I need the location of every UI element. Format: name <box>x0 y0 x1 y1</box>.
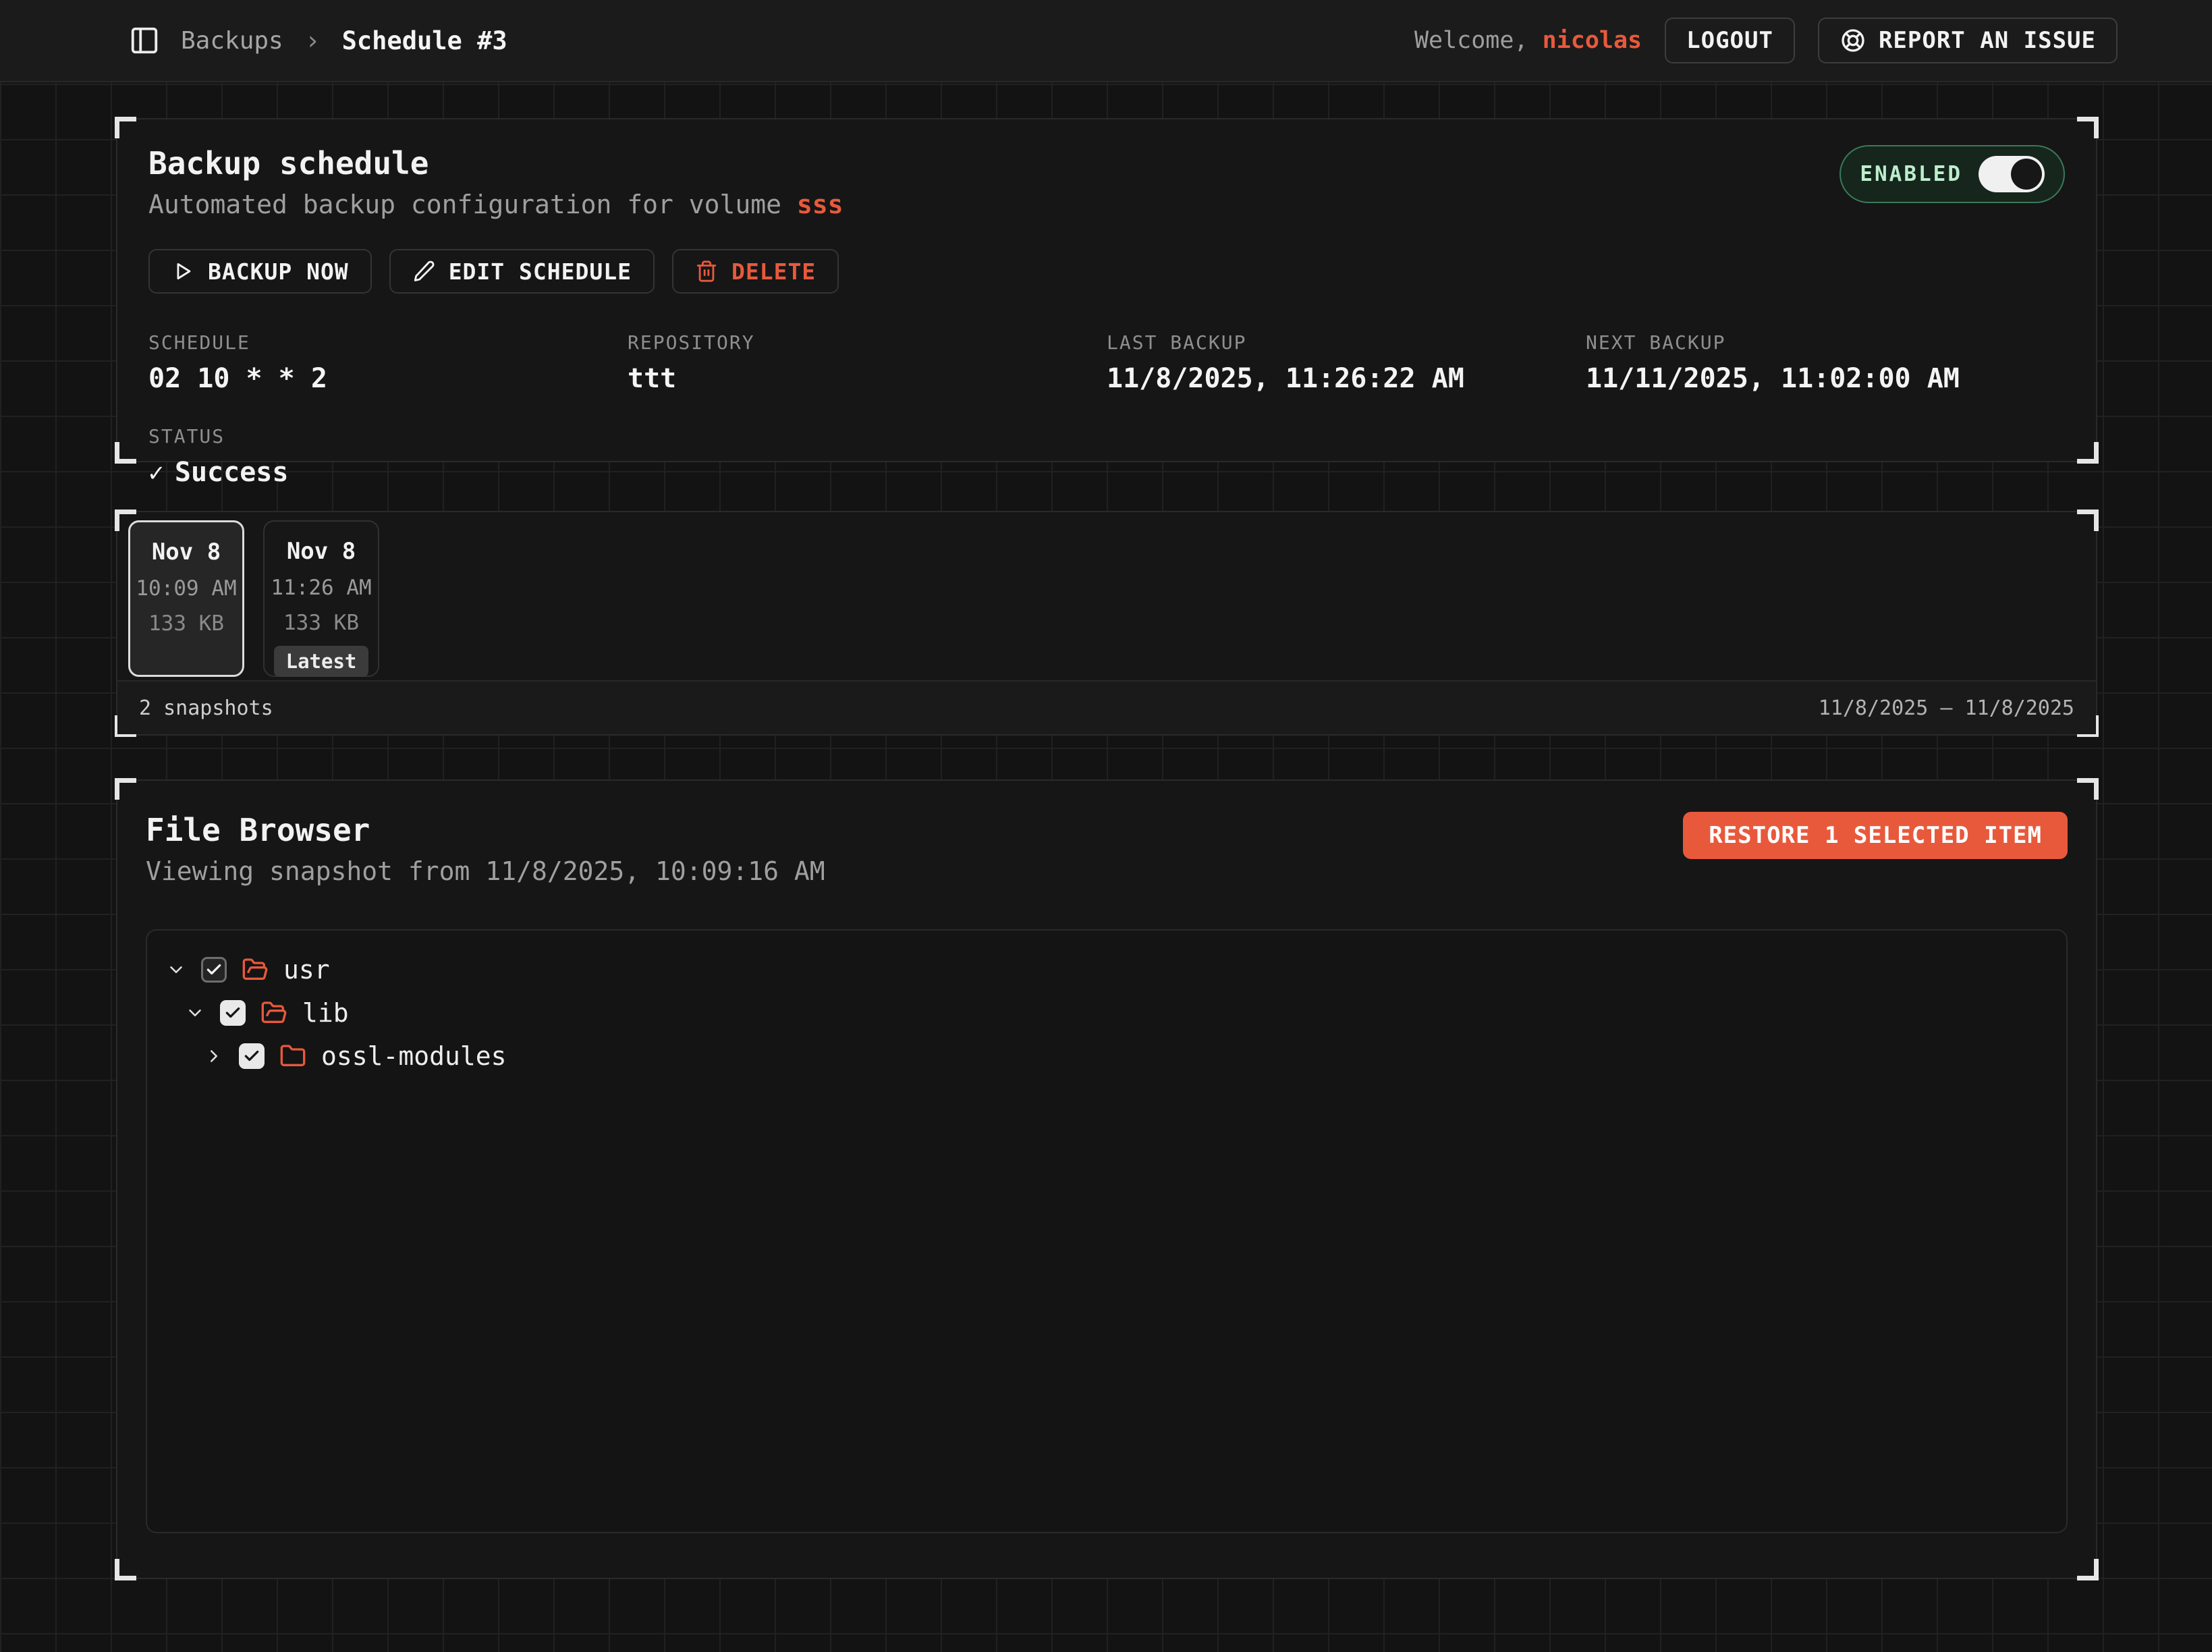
snapshot-footer: 2 snapshots 11/8/2025 – 11/8/2025 <box>117 680 2096 734</box>
chevron-down-icon[interactable] <box>166 960 186 980</box>
field-last-backup: LAST BACKUP 11/8/2025, 11:26:22 AM <box>1107 331 1586 394</box>
snapshot-date: Nov 8 <box>130 539 242 566</box>
snapshot-count: 2 snapshots <box>139 696 273 720</box>
delete-button[interactable]: DELETE <box>672 249 839 294</box>
checkbox-ossl-modules[interactable] <box>239 1043 265 1069</box>
delete-label: DELETE <box>731 258 816 285</box>
toggle-switch[interactable] <box>1979 156 2045 192</box>
folder-closed-icon <box>279 1043 306 1070</box>
file-browser-subtitle: Viewing snapshot from 11/8/2025, 10:09:1… <box>146 856 825 886</box>
logout-button[interactable]: LOGOUT <box>1665 18 1795 63</box>
snapshot-time: 11:26 AM <box>265 576 378 600</box>
check-icon: ✓ <box>148 458 164 487</box>
backup-now-button[interactable]: BACKUP NOW <box>148 249 372 294</box>
field-repository-value: ttt <box>628 363 1107 394</box>
welcome-text: Welcome, nicolas <box>1414 27 1642 54</box>
folder-open-icon <box>242 956 269 983</box>
trash-icon <box>695 260 718 283</box>
breadcrumb-separator: › <box>305 26 321 55</box>
volume-name: sss <box>797 190 844 219</box>
file-browser-card: File Browser Viewing snapshot from 11/8/… <box>116 779 2097 1579</box>
tree-row-lib[interactable]: lib <box>166 991 2047 1035</box>
snapshot-time: 10:09 AM <box>130 576 242 601</box>
field-next-backup: NEXT BACKUP 11/11/2025, 11:02:00 AM <box>1586 331 2065 394</box>
schedule-card-subtitle: Automated backup configuration for volum… <box>148 190 844 219</box>
play-icon <box>171 260 194 283</box>
snapshot-date-range: 11/8/2025 – 11/8/2025 <box>1819 696 2074 720</box>
logout-button-label: LOGOUT <box>1686 27 1773 54</box>
field-last-backup-value: 11/8/2025, 11:26:22 AM <box>1107 363 1586 394</box>
field-next-backup-label: NEXT BACKUP <box>1586 331 2065 354</box>
report-issue-button[interactable]: REPORT AN ISSUE <box>1818 18 2118 63</box>
field-next-backup-value: 11/11/2025, 11:02:00 AM <box>1586 363 2065 394</box>
edit-schedule-button[interactable]: EDIT SCHEDULE <box>389 249 655 294</box>
chevron-right-icon[interactable] <box>204 1046 224 1066</box>
lifebuoy-icon <box>1840 27 1867 54</box>
status-field: STATUS ✓ Success <box>148 425 2065 488</box>
checkbox-lib[interactable] <box>220 1000 246 1026</box>
edit-schedule-label: EDIT SCHEDULE <box>449 258 632 285</box>
report-issue-label: REPORT AN ISSUE <box>1879 27 2096 54</box>
field-repository-label: REPOSITORY <box>628 331 1107 354</box>
snapshot-card-selected[interactable]: Nov 8 10:09 AM 133 KB <box>128 520 244 677</box>
tree-label-lib: lib <box>302 998 349 1028</box>
file-tree: usr lib <box>146 929 2068 1533</box>
field-last-backup-label: LAST BACKUP <box>1107 331 1586 354</box>
folder-open-icon <box>260 999 287 1026</box>
toggle-knob <box>2011 159 2042 190</box>
breadcrumb-parent[interactable]: Backups <box>181 27 283 55</box>
snapshot-date: Nov 8 <box>265 538 378 565</box>
field-repository: REPOSITORY ttt <box>628 331 1107 394</box>
tree-row-ossl-modules[interactable]: ossl-modules <box>166 1035 2047 1078</box>
panel-left-icon <box>129 25 160 56</box>
checkbox-usr[interactable] <box>201 957 227 983</box>
field-schedule: SCHEDULE 02 10 * * 2 <box>148 331 628 394</box>
backup-now-label: BACKUP NOW <box>208 258 349 285</box>
pencil-icon <box>412 260 435 283</box>
schedule-card-title: Backup schedule <box>148 145 844 182</box>
field-schedule-value: 02 10 * * 2 <box>148 363 628 394</box>
field-schedule-label: SCHEDULE <box>148 331 628 354</box>
status-text: Success <box>175 457 289 488</box>
breadcrumb-current: Schedule #3 <box>342 26 507 55</box>
backup-schedule-card: Backup schedule Automated backup configu… <box>116 118 2097 462</box>
restore-button[interactable]: RESTORE 1 SELECTED ITEM <box>1683 812 2068 859</box>
sidebar-toggle-button[interactable] <box>128 24 161 57</box>
restore-button-label: RESTORE 1 SELECTED ITEM <box>1709 822 2042 849</box>
chevron-down-icon[interactable] <box>185 1003 205 1023</box>
snapshot-size: 133 KB <box>130 611 242 636</box>
snapshot-size: 133 KB <box>265 611 378 635</box>
tree-label-ossl-modules: ossl-modules <box>321 1041 507 1071</box>
latest-badge: Latest <box>274 646 369 677</box>
username: nicolas <box>1543 27 1642 54</box>
top-bar: Backups › Schedule #3 Welcome, nicolas L… <box>0 0 2212 82</box>
enabled-toggle-label: ENABLED <box>1860 162 1962 186</box>
snapshot-timeline: Nov 8 10:09 AM 133 KB Nov 8 11:26 AM 133… <box>116 511 2097 736</box>
file-browser-title: File Browser <box>146 812 825 848</box>
enabled-toggle[interactable]: ENABLED <box>1840 145 2065 203</box>
tree-label-usr: usr <box>283 955 330 985</box>
page-background: Backup schedule Automated backup configu… <box>0 82 2212 1652</box>
tree-row-usr[interactable]: usr <box>166 948 2047 991</box>
status-label: STATUS <box>148 425 2065 447</box>
snapshot-card-latest[interactable]: Nov 8 11:26 AM 133 KB Latest <box>263 520 379 677</box>
